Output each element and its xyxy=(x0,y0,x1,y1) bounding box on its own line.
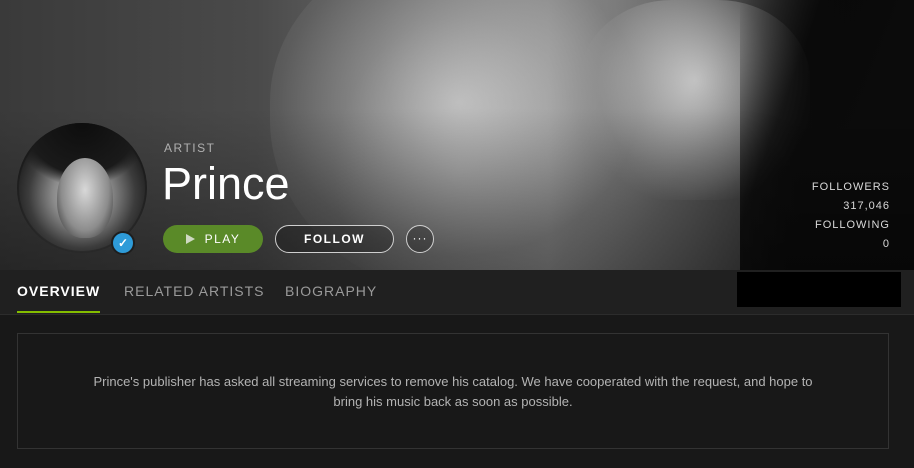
catalog-notice: Prince's publisher has asked all streami… xyxy=(17,333,889,449)
followers-count: 317,046 xyxy=(843,200,890,212)
play-icon xyxy=(185,234,195,244)
artist-page: ✓ ARTIST Prince PLAY FOLLOW ··· FOLLOWER… xyxy=(0,0,914,468)
avatar-face xyxy=(57,158,113,238)
followers-label: FOLLOWERS xyxy=(811,181,890,193)
following-count: 0 xyxy=(882,238,890,250)
artist-name: Prince xyxy=(162,158,290,209)
tab-biography[interactable]: BIOGRAPHY xyxy=(285,270,377,314)
artist-stats: FOLLOWERS 317,046 FOLLOWING 0 xyxy=(812,178,890,254)
tab-overview[interactable]: OVERVIEW xyxy=(17,270,101,314)
artist-header-image: ✓ ARTIST Prince PLAY FOLLOW ··· FOLLOWER… xyxy=(0,0,914,270)
tab-related-artists[interactable]: RELATED ARTISTS xyxy=(124,270,265,314)
verified-check-icon: ✓ xyxy=(111,231,135,255)
more-options-ellipsis-icon[interactable]: ··· xyxy=(406,225,434,253)
follow-button[interactable]: FOLLOW xyxy=(275,225,394,253)
redacted-area xyxy=(737,272,901,307)
play-button-label: PLAY xyxy=(204,232,241,246)
following-label: FOLLOWING xyxy=(814,219,890,231)
catalog-notice-text: Prince's publisher has asked all streami… xyxy=(93,374,813,409)
play-button[interactable]: PLAY xyxy=(163,225,263,253)
artist-type-label: ARTIST xyxy=(164,141,216,155)
